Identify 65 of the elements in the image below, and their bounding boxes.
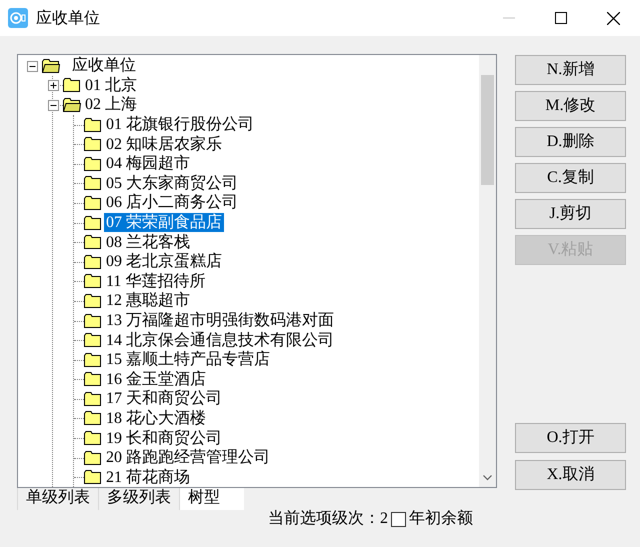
tree-item[interactable]: 18 花心大酒楼 <box>104 408 208 428</box>
folder-icon <box>84 333 102 348</box>
action-button[interactable]: X.取消 <box>515 460 626 490</box>
action-button[interactable]: J.剪切 <box>515 199 626 229</box>
tree-item[interactable]: 12 惠聪超市 <box>104 291 192 310</box>
folder-icon <box>84 235 102 250</box>
folder-icon <box>84 156 102 171</box>
tree-item[interactable]: 21 荷花商场 <box>104 468 192 487</box>
folder-icon <box>84 372 102 386</box>
scroll-thumb[interactable] <box>481 75 494 185</box>
tree-item[interactable]: 02 知味居农家乐 <box>104 134 224 154</box>
scrollbar[interactable] <box>479 55 496 487</box>
level-status-text: 当前选项级次：2 <box>268 508 388 529</box>
tree-item[interactable]: 07 荣荣副食品店 <box>104 213 224 232</box>
folder-icon <box>84 294 102 308</box>
tree-item[interactable]: 16 金玉堂酒店 <box>104 370 208 389</box>
tree-item[interactable]: 17 天和商贸公司 <box>104 389 224 408</box>
checkbox-label: 年初余额 <box>409 508 473 529</box>
folder-icon <box>84 411 102 426</box>
folder-icon <box>84 431 102 446</box>
action-button[interactable]: D.删除 <box>515 127 626 157</box>
view-tab[interactable]: 树型 <box>179 488 244 510</box>
open-folder-icon <box>63 98 81 112</box>
folder-icon <box>84 450 102 465</box>
tree-item[interactable]: 19 长和商贸公司 <box>104 428 224 448</box>
tree-item[interactable]: 14 北京保会通信息技术有限公司 <box>104 330 336 350</box>
folder-icon <box>84 470 102 484</box>
tree-item[interactable]: 11 华莲招待所 <box>104 272 208 291</box>
checkbox[interactable] <box>391 512 406 526</box>
folder-icon <box>63 78 81 92</box>
window-title: 应收单位 <box>36 7 100 29</box>
tree-item[interactable]: 13 万福隆超市明强街数码港对面 <box>104 311 336 330</box>
expand-icon[interactable] <box>48 80 59 92</box>
scroll-down-icon[interactable] <box>483 475 492 481</box>
folder-icon <box>84 137 102 152</box>
tree-item[interactable]: 06 店小二商务公司 <box>104 193 240 212</box>
tree-item[interactable]: 15 嘉顺土特产品专营店 <box>104 350 272 370</box>
collapse-icon[interactable] <box>48 100 59 111</box>
folder-icon <box>84 196 102 210</box>
folder-icon <box>84 274 102 288</box>
close-icon[interactable] <box>607 12 620 24</box>
folder-icon <box>84 216 102 230</box>
maximize-icon[interactable] <box>555 12 567 24</box>
folder-icon <box>84 392 102 406</box>
action-button[interactable]: C.复制 <box>515 163 626 193</box>
action-button[interactable]: N.新增 <box>515 55 626 85</box>
tree-item[interactable]: 04 梅园超市 <box>104 154 192 174</box>
tree-item[interactable]: 01 北京 <box>83 76 139 95</box>
tree-item[interactable]: 08 兰花客栈 <box>104 232 192 252</box>
folder-icon <box>84 352 102 367</box>
open-folder-icon <box>42 58 60 73</box>
tree-item[interactable]: 01 花旗银行股份公司 <box>104 115 256 134</box>
folder-icon <box>84 314 102 328</box>
folder-icon <box>84 254 102 269</box>
app-icon <box>8 8 28 28</box>
collapse-icon[interactable] <box>27 60 38 72</box>
tree-item[interactable]: 05 大东家商贸公司 <box>104 174 240 193</box>
tree-item[interactable]: 02 上海 <box>83 95 139 114</box>
action-button[interactable]: M.修改 <box>515 91 626 121</box>
folder-icon <box>84 118 102 132</box>
action-button[interactable]: O.打开 <box>515 423 626 453</box>
tree-item[interactable]: 应收单位 <box>70 56 138 76</box>
tree-item[interactable]: 20 路跑跑经营管理公司 <box>104 448 272 468</box>
tree-item[interactable]: 09 老北京蛋糕店 <box>104 252 224 272</box>
folder-icon <box>84 176 102 190</box>
